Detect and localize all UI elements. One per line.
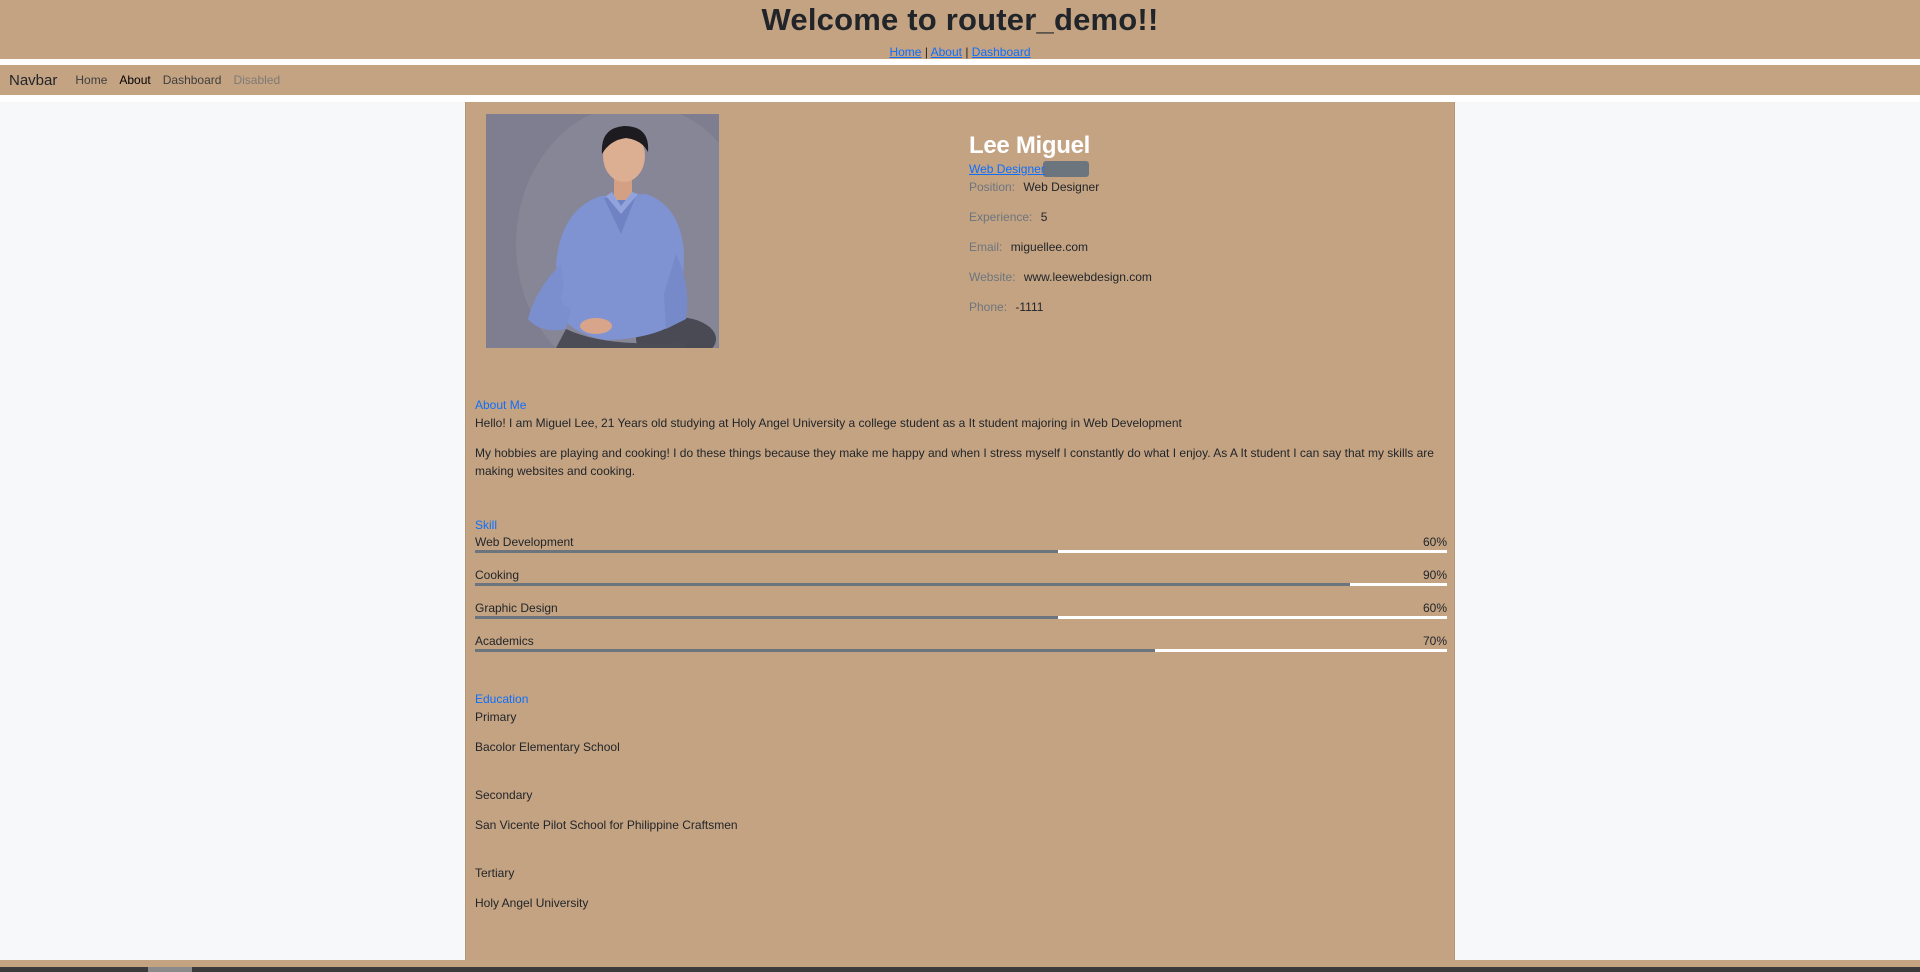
header-link-home[interactable]: Home xyxy=(889,45,921,59)
info-value: 5 xyxy=(1040,210,1048,224)
skill-percent: 70% xyxy=(1422,634,1447,648)
education-level: Tertiary xyxy=(475,866,515,880)
skill-name: Cooking xyxy=(475,568,520,582)
page-title: Welcome to router_demo!! xyxy=(761,2,1159,37)
profile-info: Position: Web Designer Experience: 5 Ema… xyxy=(969,180,1152,330)
info-label: Experience: xyxy=(969,210,1033,224)
header-link-dashboard[interactable]: Dashboard xyxy=(972,45,1031,59)
skill-progress-fill xyxy=(475,616,1059,619)
role-highlight xyxy=(1043,161,1089,177)
bottom-scrollbar[interactable] xyxy=(0,960,1920,972)
role-link[interactable]: Web Designer xyxy=(969,162,1045,176)
info-label: Position: xyxy=(969,180,1016,194)
info-row-website: Website: www.leewebdesign.com xyxy=(969,270,1152,300)
education-level: Secondary xyxy=(475,788,533,802)
about-title: About Me xyxy=(475,398,527,412)
skill-item: Graphic Design 60% xyxy=(475,598,1447,631)
skill-progress-track xyxy=(475,649,1447,652)
skill-name: Web Development xyxy=(475,535,574,549)
education-entry: Primary Bacolor Elementary School xyxy=(475,710,1447,754)
person-photo-icon xyxy=(486,114,719,348)
info-label: Email: xyxy=(969,240,1003,254)
info-label: Website: xyxy=(969,270,1016,284)
skill-progress-track xyxy=(475,583,1447,586)
education-section: Education Primary Bacolor Elementary Sch… xyxy=(475,692,1447,944)
skill-percent: 90% xyxy=(1422,568,1447,582)
info-label: Phone: xyxy=(969,300,1008,314)
info-value: www.leewebdesign.com xyxy=(1023,270,1152,284)
profile-photo xyxy=(486,114,719,348)
navbar-brand[interactable]: Navbar xyxy=(9,72,57,89)
header-link-separator: | xyxy=(924,45,928,59)
skill-item: Cooking 90% xyxy=(475,565,1447,598)
header-link-separator: | xyxy=(965,45,969,59)
scrollbar-thumb[interactable] xyxy=(148,967,192,972)
info-row-phone: Phone: -1111 xyxy=(969,300,1152,330)
header-links: Home | About | Dashboard xyxy=(0,46,1920,59)
education-title: Education xyxy=(475,692,529,706)
nav-item-disabled: Disabled xyxy=(233,73,281,87)
nav-item-dashboard[interactable]: Dashboard xyxy=(163,73,222,87)
skill-name: Graphic Design xyxy=(475,601,558,615)
profile-header: Lee Miguel Web Designer xyxy=(969,132,1090,178)
info-value: Web Designer xyxy=(1023,180,1100,194)
skill-progress-fill xyxy=(475,649,1156,652)
about-paragraph: My hobbies are playing and cooking! I do… xyxy=(475,446,1434,478)
profile-role: Web Designer xyxy=(969,160,1090,178)
skills-section: Skill Web Development 60% Cooking 90% Gr… xyxy=(475,518,1447,664)
education-school: Holy Angel University xyxy=(475,896,589,910)
skill-item: Academics 70% xyxy=(475,631,1447,664)
nav-item-home[interactable]: Home xyxy=(75,73,107,87)
skill-progress-track xyxy=(475,550,1447,553)
site-header: Welcome to router_demo!! Home | About | … xyxy=(0,0,1920,59)
education-school: Bacolor Elementary School xyxy=(475,740,620,754)
education-entry: Secondary San Vicente Pilot School for P… xyxy=(475,788,1447,832)
skill-item: Web Development 60% xyxy=(475,532,1447,565)
info-row-email: Email: miguellee.com xyxy=(969,240,1152,270)
header-link-about[interactable]: About xyxy=(931,45,962,59)
skill-progress-track xyxy=(475,616,1447,619)
skill-progress-fill xyxy=(475,583,1350,586)
education-school: San Vicente Pilot School for Philippine … xyxy=(475,818,738,832)
profile-name: Lee Miguel xyxy=(969,132,1091,159)
divider xyxy=(0,95,1920,102)
nav-item-about[interactable]: About xyxy=(119,73,150,87)
info-value: miguellee.com xyxy=(1010,240,1089,254)
about-section: About Me Hello! I am Miguel Lee, 21 Year… xyxy=(475,398,1447,480)
education-level: Primary xyxy=(475,710,517,724)
profile-card: Lee Miguel Web Designer Position: Web De… xyxy=(465,102,1455,960)
about-paragraph: Hello! I am Miguel Lee, 21 Years old stu… xyxy=(475,416,1182,430)
skill-progress-fill xyxy=(475,550,1059,553)
info-value: -1111 xyxy=(1015,300,1044,314)
info-row-position: Position: Web Designer xyxy=(969,180,1152,210)
education-entry: Tertiary Holy Angel University xyxy=(475,866,1447,910)
navbar: Navbar Home About Dashboard Disabled xyxy=(0,65,1920,95)
scrollbar-track[interactable] xyxy=(0,967,1920,972)
skill-percent: 60% xyxy=(1422,601,1447,615)
info-row-experience: Experience: 5 xyxy=(969,210,1152,240)
skill-percent: 60% xyxy=(1422,535,1447,549)
skill-name: Academics xyxy=(475,634,534,648)
skills-title: Skill xyxy=(475,518,498,532)
